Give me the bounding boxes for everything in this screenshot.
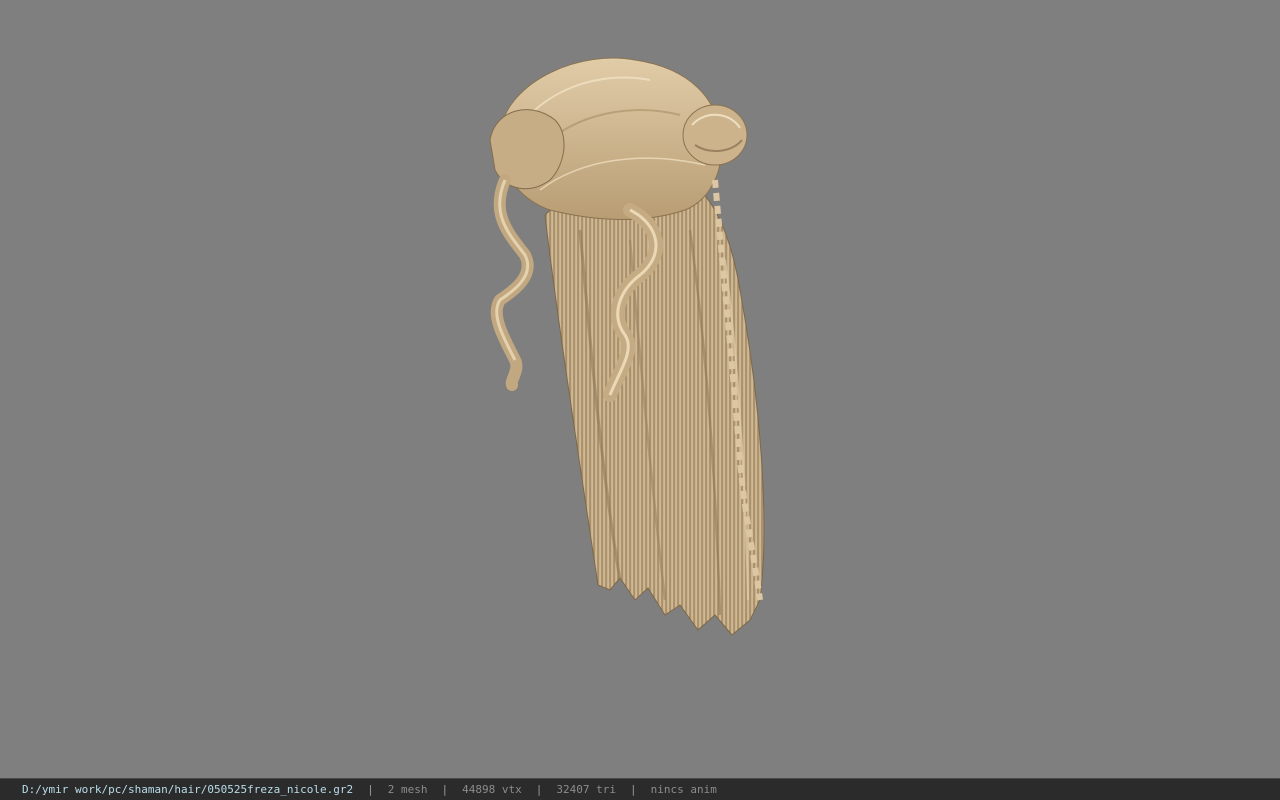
vertex-count: 44898 vtx: [462, 783, 522, 796]
mesh-count: 2 mesh: [387, 783, 428, 796]
file-path: D:/ymir work/pc/shaman/hair/050525freza_…: [22, 783, 354, 796]
triangle-count: 32407 tri: [556, 783, 616, 796]
3d-viewport[interactable]: [0, 0, 1280, 778]
separator: |: [367, 783, 374, 796]
separator: |: [535, 783, 543, 796]
hair-model: [489, 57, 765, 636]
animation-status: nincs anim: [650, 783, 717, 796]
separator: |: [629, 783, 637, 796]
separator: |: [441, 783, 449, 796]
status-bar: D:/ymir work/pc/shaman/hair/050525freza_…: [0, 778, 1280, 800]
